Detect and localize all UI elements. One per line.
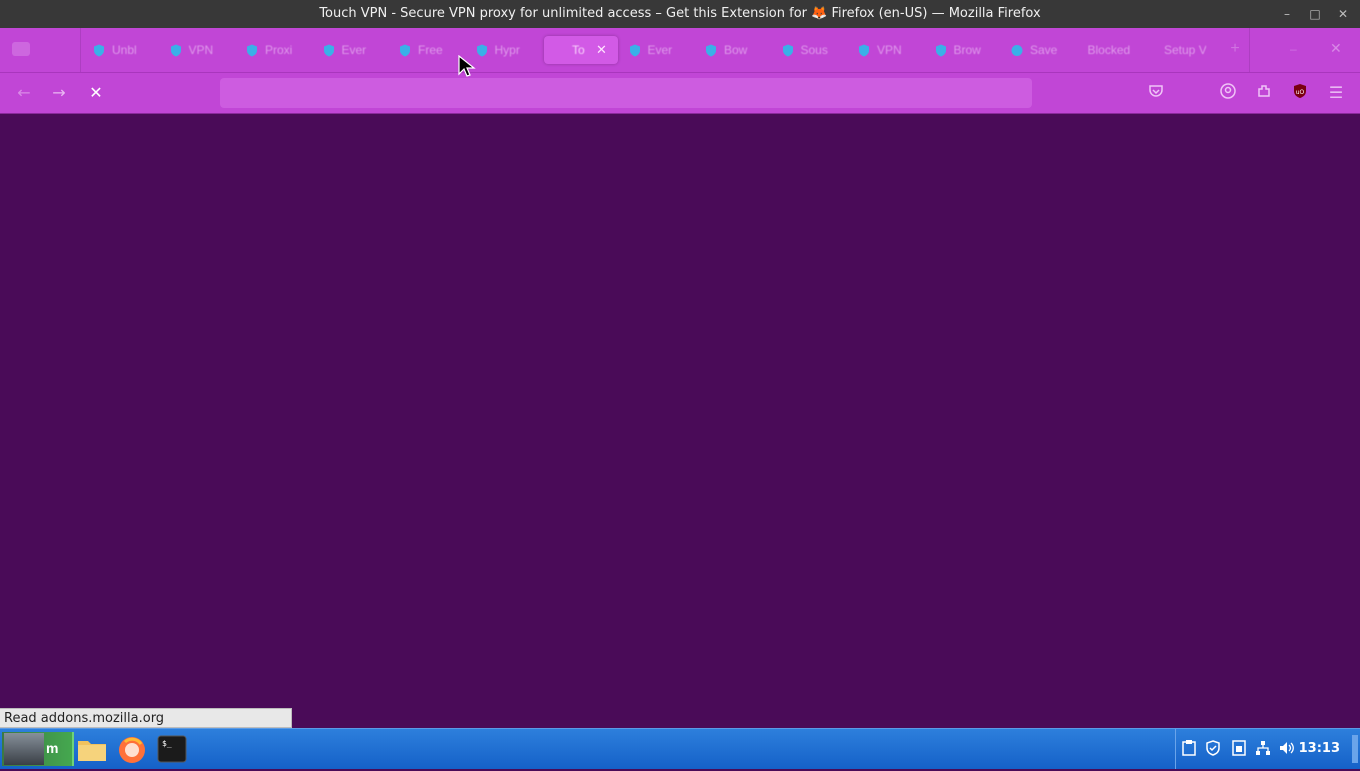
tab[interactable]: VPN <box>850 36 924 64</box>
tab[interactable]: Save <box>1003 36 1077 64</box>
new-tab-icon[interactable]: + <box>1226 40 1244 58</box>
navigation-toolbar: ← → ✕ uO ☰ <box>0 73 1360 114</box>
tab-label: Save <box>1030 43 1058 57</box>
shield-favicon-icon <box>476 44 487 56</box>
forward-button[interactable]: → <box>49 83 69 103</box>
show-desktop-button[interactable] <box>1352 735 1358 763</box>
back-button[interactable]: ← <box>14 83 34 103</box>
tab[interactable]: Free <box>391 36 465 64</box>
status-panel: Read addons.mozilla.org <box>0 708 292 728</box>
tab[interactable]: Proxi <box>238 36 312 64</box>
account-icon[interactable] <box>1218 83 1238 103</box>
shield-favicon-icon <box>94 44 104 56</box>
tab[interactable]: Bow <box>697 36 771 64</box>
taskbar: m $_ 13:13 <box>0 728 1360 769</box>
firefox-icon[interactable] <box>116 732 148 766</box>
shield-favicon-icon <box>247 44 257 56</box>
minimize-icon[interactable]: – <box>1290 42 1297 56</box>
tab[interactable]: Hypr <box>468 36 542 64</box>
url-input[interactable] <box>220 78 1032 108</box>
tab-label: Brow <box>953 43 981 57</box>
tab-label: Bow <box>724 43 748 57</box>
shield-favicon-icon <box>859 44 869 56</box>
page-content <box>0 114 1360 728</box>
start-menu-button[interactable]: m <box>2 732 74 766</box>
tab[interactable]: Sous <box>774 36 848 64</box>
close-icon[interactable]: ✕ <box>1330 40 1342 57</box>
minimize-button[interactable]: – <box>1280 7 1294 21</box>
tab[interactable]: VPN <box>162 36 236 64</box>
tab[interactable]: Blocked <box>1080 36 1154 64</box>
maximize-button[interactable]: □ <box>1308 7 1322 21</box>
menu-button[interactable]: ☰ <box>1326 83 1346 103</box>
tab-strip: Unbl VPN Proxi Ever Free Hypr To ✕ Ever Bow Sous VP… <box>0 28 1360 73</box>
svg-text:$_: $_ <box>162 739 172 748</box>
tab-label: Hypr <box>494 43 520 57</box>
circle-favicon-icon <box>1011 44 1023 56</box>
tab[interactable]: Setup VI <box>1156 36 1230 64</box>
shield-favicon-icon <box>629 44 640 56</box>
shield-favicon-icon <box>400 44 410 56</box>
shield-favicon-icon <box>935 44 946 56</box>
tab[interactable]: To ✕ <box>544 36 618 64</box>
ublock-origin-icon[interactable]: uO <box>1290 83 1310 103</box>
tab[interactable]: Ever <box>621 36 695 64</box>
mouse-cursor <box>458 54 476 84</box>
close-window-button[interactable]: ✕ <box>1336 7 1350 21</box>
shield-favicon-icon <box>170 44 181 56</box>
tab-label: Ever <box>647 43 673 57</box>
tabs-container: Unbl VPN Proxi Ever Free Hypr To ✕ Ever Bow Sous VP… <box>80 28 1250 72</box>
battery-icon[interactable] <box>1230 740 1248 758</box>
tab-label: Proxi <box>265 43 293 57</box>
tray-divider <box>1175 729 1176 769</box>
tab-close-icon[interactable]: ✕ <box>596 42 607 58</box>
tab-label: To <box>572 43 585 57</box>
tab-label: Sous <box>800 43 828 57</box>
stop-loading-button[interactable]: ✕ <box>86 83 106 103</box>
shield-favicon-icon <box>323 44 334 56</box>
start-menu-label: m <box>46 740 59 756</box>
shield-favicon-icon <box>782 44 793 56</box>
volume-icon[interactable] <box>1278 740 1296 758</box>
tab-label: Free <box>418 43 443 57</box>
tab-label: Unbl <box>112 43 137 57</box>
shield-icon[interactable] <box>1204 740 1222 758</box>
svg-text:uO: uO <box>1296 89 1305 96</box>
url-bar[interactable] <box>220 78 1032 108</box>
tab-label: Setup VI <box>1164 43 1206 57</box>
tab[interactable]: Ever <box>315 36 389 64</box>
avatar <box>4 733 44 765</box>
clipboard-icon[interactable] <box>1180 740 1198 758</box>
shield-favicon-icon <box>706 44 716 56</box>
tab[interactable]: Unbl <box>85 36 159 64</box>
clock[interactable]: 13:13 <box>1299 729 1340 769</box>
window-title: Touch VPN - Secure VPN proxy for unlimit… <box>319 6 1041 21</box>
tab-label: Ever <box>341 43 367 57</box>
tab-label: Blocked <box>1087 43 1130 57</box>
pocket-icon[interactable] <box>1146 83 1166 103</box>
file-manager-icon[interactable] <box>76 732 108 766</box>
terminal-icon[interactable]: $_ <box>156 732 188 766</box>
tab[interactable]: Brow <box>927 36 1001 64</box>
tab-label: VPN <box>188 43 214 57</box>
extensions-icon[interactable] <box>1254 83 1274 103</box>
firefox-view-icon[interactable] <box>12 42 30 56</box>
title-bar: Touch VPN - Secure VPN proxy for unlimit… <box>0 0 1360 28</box>
tab-label: VPN <box>877 43 902 57</box>
network-icon[interactable] <box>1254 740 1272 758</box>
